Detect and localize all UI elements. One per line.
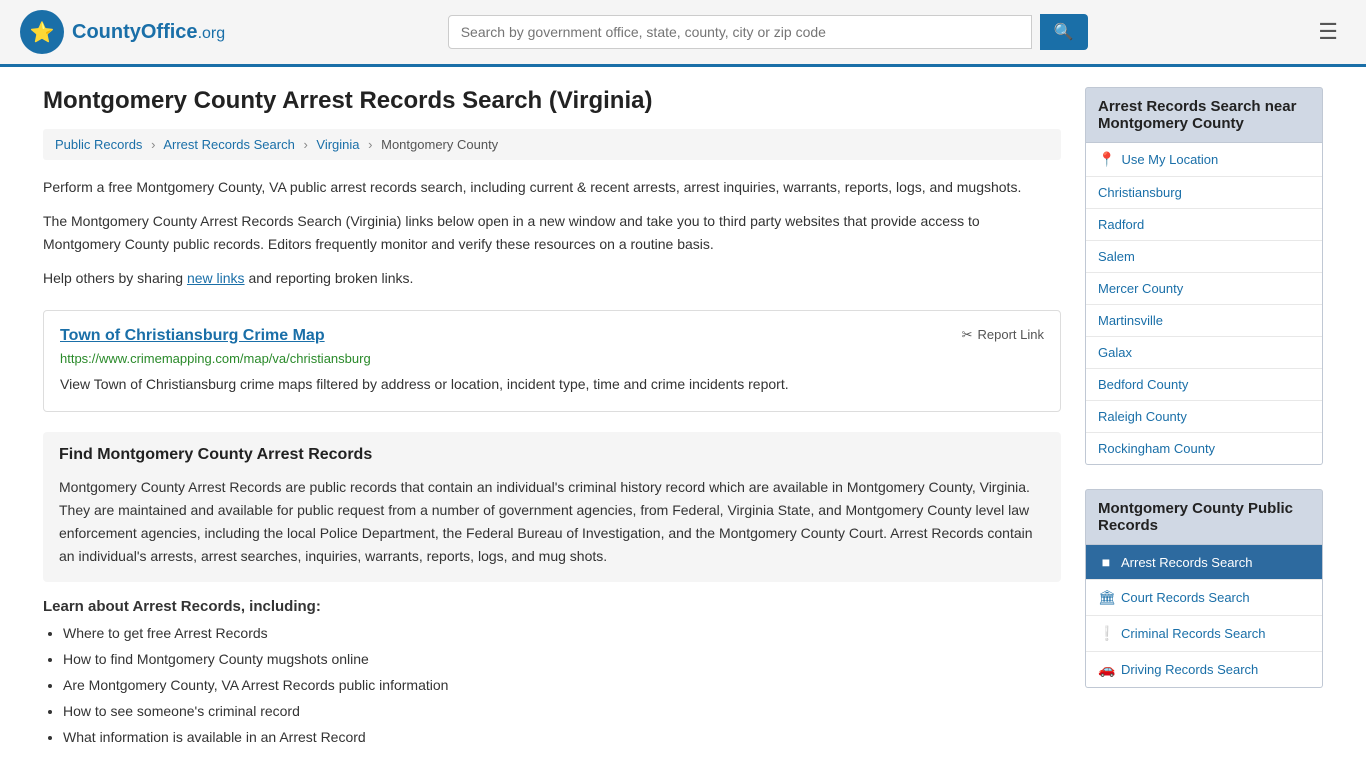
breadcrumb-virginia[interactable]: Virginia	[316, 137, 359, 152]
find-section-title: Find Montgomery County Arrest Records	[59, 446, 1045, 464]
find-section-body: Montgomery County Arrest Records are pub…	[59, 476, 1045, 568]
sidebar-link-driving-records[interactable]: 🚗 Driving Records Search	[1086, 652, 1322, 687]
public-records-section: Montgomery County Public Records ■ Arres…	[1085, 489, 1323, 688]
nearby-link-raleigh[interactable]: Raleigh County	[1086, 401, 1322, 433]
report-link-icon: ✂	[962, 327, 973, 343]
driving-records-icon: 🚗	[1098, 661, 1114, 678]
public-records-header: Montgomery County Public Records	[1085, 489, 1323, 545]
sidebar: Arrest Records Search near Montgomery Co…	[1085, 87, 1323, 753]
crime-map-url[interactable]: https://www.crimemapping.com/map/va/chri…	[60, 351, 1044, 366]
main-container: Montgomery County Arrest Records Search …	[23, 67, 1343, 773]
search-area: 🔍	[448, 14, 1088, 50]
logo-area: ⭐ CountyOffice.org	[20, 10, 225, 54]
learn-item: Where to get free Arrest Records	[63, 623, 1061, 644]
crime-map-card: Town of Christiansburg Crime Map ✂ Repor…	[43, 310, 1061, 412]
learn-item: How to see someone's criminal record	[63, 701, 1061, 722]
site-header: ⭐ CountyOffice.org 🔍 ☰	[0, 0, 1366, 67]
breadcrumb-public-records[interactable]: Public Records	[55, 137, 142, 152]
nearby-header: Arrest Records Search near Montgomery Co…	[1085, 87, 1323, 143]
nearby-link-galax[interactable]: Galax	[1086, 337, 1322, 369]
sidebar-link-criminal-records[interactable]: ❕ Criminal Records Search	[1086, 616, 1322, 652]
sidebar-link-court-records[interactable]: 🏛 Court Records Search	[1086, 580, 1322, 616]
location-pin-icon: 📍	[1098, 151, 1115, 168]
breadcrumb-county: Montgomery County	[381, 137, 498, 152]
nearby-link-salem[interactable]: Salem	[1086, 241, 1322, 273]
menu-button[interactable]: ☰	[1310, 15, 1346, 49]
nearby-link-christiansburg[interactable]: Christiansburg	[1086, 177, 1322, 209]
description-1: Perform a free Montgomery County, VA pub…	[43, 176, 1061, 198]
new-links-link[interactable]: new links	[187, 270, 245, 286]
nearby-link-radford[interactable]: Radford	[1086, 209, 1322, 241]
crime-map-description: View Town of Christiansburg crime maps f…	[60, 374, 1044, 395]
logo-icon: ⭐	[20, 10, 64, 54]
nearby-links: 📍 Use My Location Christiansburg Radford…	[1085, 143, 1323, 465]
description-2: The Montgomery County Arrest Records Sea…	[43, 210, 1061, 255]
public-records-links: ■ Arrest Records Search 🏛 Court Records …	[1085, 545, 1323, 688]
logo-text: CountyOffice.org	[72, 21, 225, 44]
nearby-link-rockingham[interactable]: Rockingham County	[1086, 433, 1322, 464]
search-button[interactable]: 🔍	[1040, 14, 1088, 50]
nearby-link-martinsville[interactable]: Martinsville	[1086, 305, 1322, 337]
arrest-records-icon: ■	[1098, 554, 1114, 570]
content-area: Montgomery County Arrest Records Search …	[43, 87, 1061, 753]
nearby-link-mercer[interactable]: Mercer County	[1086, 273, 1322, 305]
search-input[interactable]	[448, 15, 1032, 49]
learn-item: What information is available in an Arre…	[63, 727, 1061, 748]
learn-title: Learn about Arrest Records, including:	[43, 598, 1061, 615]
breadcrumb: Public Records › Arrest Records Search ›…	[43, 129, 1061, 160]
page-title: Montgomery County Arrest Records Search …	[43, 87, 1061, 115]
crime-map-title[interactable]: Town of Christiansburg Crime Map	[60, 327, 325, 345]
find-section: Find Montgomery County Arrest Records Mo…	[43, 432, 1061, 582]
breadcrumb-arrest-records[interactable]: Arrest Records Search	[163, 137, 295, 152]
description-3: Help others by sharing new links and rep…	[43, 267, 1061, 289]
criminal-records-icon: ❕	[1098, 625, 1114, 642]
link-card-header: Town of Christiansburg Crime Map ✂ Repor…	[60, 327, 1044, 345]
use-my-location-link[interactable]: 📍 Use My Location	[1086, 143, 1322, 177]
court-records-icon: 🏛	[1098, 589, 1114, 606]
learn-list: Where to get free Arrest Records How to …	[43, 623, 1061, 748]
learn-item: How to find Montgomery County mugshots o…	[63, 649, 1061, 670]
learn-item: Are Montgomery County, VA Arrest Records…	[63, 675, 1061, 696]
nearby-section: Arrest Records Search near Montgomery Co…	[1085, 87, 1323, 465]
nearby-link-bedford[interactable]: Bedford County	[1086, 369, 1322, 401]
report-link-button[interactable]: ✂ Report Link	[962, 327, 1044, 343]
sidebar-link-arrest-records[interactable]: ■ Arrest Records Search	[1086, 545, 1322, 580]
